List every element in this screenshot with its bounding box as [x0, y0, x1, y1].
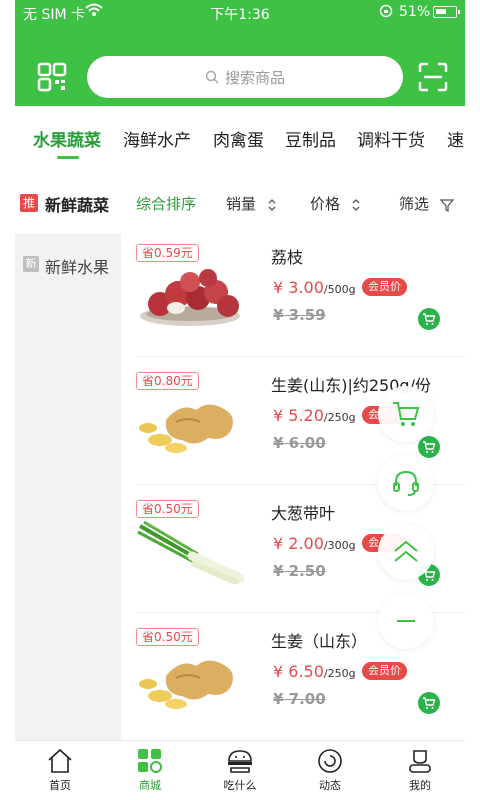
saving-badge: 省0.59元	[136, 244, 199, 262]
product-price: ¥ 2.00/300g	[273, 534, 356, 553]
mall-icon	[138, 749, 162, 773]
price-unit: /250g	[323, 667, 356, 680]
active-tab-indicator	[57, 156, 79, 159]
sort-comprehensive[interactable]: 综合排序	[136, 193, 196, 214]
add-to-cart-button[interactable]	[418, 308, 440, 330]
status-bar: 无 SIM 卡 下午1:36 51%	[15, 0, 465, 24]
product-price: ¥ 5.20/250g	[273, 406, 356, 425]
member-price-badge: 会员价	[362, 662, 407, 680]
product-item[interactable]: 省0.59元 荔枝 ¥ 3.00/500g 会员价 ¥ 3.59	[136, 234, 465, 362]
sort-bar: 推 新鲜蔬菜 综合排序 销量 价格 筛选	[15, 180, 465, 226]
nav-home-label: 首页	[49, 779, 71, 792]
bottom-nav: 首页 商城 吃什么 动态 我的	[15, 740, 465, 800]
qr-code-icon[interactable]	[37, 62, 67, 92]
nav-profile-label: 我的	[409, 779, 431, 792]
product-name: 荔枝	[271, 248, 304, 267]
filter-button[interactable]: 筛选	[399, 193, 454, 214]
nav-feed[interactable]: 动态	[300, 747, 360, 793]
app-header: 无 SIM 卡 下午1:36 51% 搜索商品	[15, 0, 465, 106]
nav-mall[interactable]: 商城	[120, 747, 180, 793]
app-screen: 无 SIM 卡 下午1:36 51% 搜索商品 水果蔬菜 海鲜水产 肉禽蛋 豆制…	[0, 0, 480, 800]
product-name: 生姜（山东）	[271, 632, 368, 651]
saving-badge: 省0.80元	[136, 372, 199, 390]
nav-what-to-eat-label: 吃什么	[223, 779, 257, 792]
customer-service-button[interactable]	[378, 455, 434, 511]
price-value: ¥ 2.00	[273, 534, 324, 553]
carrier-label: 无 SIM 卡	[23, 7, 85, 23]
section-title: 新鲜蔬菜	[45, 196, 110, 215]
add-to-cart-button[interactable]	[418, 436, 440, 458]
saving-badge: 省0.50元	[136, 500, 199, 518]
battery-percent: 51%	[399, 4, 431, 20]
back-to-top-button[interactable]	[378, 524, 434, 580]
status-time: 下午1:36	[210, 7, 270, 23]
tab-meat-egg[interactable]: 肉禽蛋	[213, 126, 264, 151]
nav-what-to-eat[interactable]: 吃什么	[210, 747, 270, 793]
tab-seafood[interactable]: 海鲜水产	[123, 126, 191, 151]
tab-fruit-veg[interactable]: 水果蔬菜	[33, 126, 101, 151]
nav-profile[interactable]: 我的	[390, 747, 450, 793]
headset-icon	[393, 470, 419, 496]
price-value: ¥ 5.20	[273, 406, 324, 425]
price-unit: /500g	[323, 283, 356, 296]
floating-cart-button[interactable]	[378, 386, 434, 442]
category-tabs: 水果蔬菜 海鲜水产 肉禽蛋 豆制品 调料干货 速	[15, 106, 465, 166]
original-price: ¥ 3.59	[273, 306, 326, 324]
double-chevron-up-icon	[394, 540, 418, 562]
minus-icon	[397, 620, 415, 622]
add-to-cart-button[interactable]	[418, 692, 440, 714]
food-icon	[228, 750, 252, 773]
sort-updown-icon	[352, 198, 360, 211]
original-price: ¥ 2.50	[273, 562, 326, 580]
recommend-badge: 推	[20, 194, 38, 212]
sort-price[interactable]: 价格	[310, 193, 361, 214]
tab-tofu[interactable]: 豆制品	[285, 126, 336, 151]
price-unit: /300g	[323, 539, 356, 552]
scan-icon[interactable]	[417, 62, 449, 92]
rotation-lock-icon	[379, 4, 393, 22]
price-value: ¥ 6.50	[273, 662, 324, 681]
side-item-fresh-fruit[interactable]: 新鲜水果	[45, 254, 109, 278]
cart-icon	[423, 697, 436, 709]
product-price: ¥ 6.50/250g	[273, 662, 356, 681]
home-icon	[48, 748, 72, 773]
search-input[interactable]: 搜索商品	[87, 56, 403, 98]
collapse-button[interactable]	[378, 593, 434, 649]
member-price-badge: 会员价	[362, 278, 407, 296]
price-value: ¥ 3.00	[273, 278, 324, 297]
product-name: 大葱带叶	[271, 504, 336, 523]
profile-icon	[409, 750, 431, 773]
sort-sales[interactable]: 销量	[226, 193, 277, 214]
cart-icon	[423, 441, 436, 453]
filter-icon	[439, 198, 454, 212]
search-icon	[205, 70, 219, 84]
product-price: ¥ 3.00/500g	[273, 278, 356, 297]
scallion-image	[137, 520, 244, 584]
cart-icon	[393, 402, 420, 426]
side-category-list: 新 新鲜水果	[15, 234, 121, 744]
tab-more[interactable]: 速	[447, 126, 464, 151]
cart-icon	[423, 313, 436, 325]
tab-seasoning[interactable]: 调料干货	[357, 126, 425, 151]
saving-badge: 省0.50元	[136, 628, 199, 646]
sort-price-label: 价格	[310, 195, 341, 213]
ginger-image	[139, 660, 233, 709]
original-price: ¥ 7.00	[273, 690, 326, 708]
divider	[136, 356, 465, 357]
price-unit: /250g	[323, 411, 356, 424]
original-price: ¥ 6.00	[273, 434, 326, 452]
new-badge: 新	[23, 256, 39, 272]
battery-icon	[433, 6, 460, 18]
feed-icon	[318, 749, 342, 773]
nav-mall-label: 商城	[139, 779, 161, 792]
nav-home[interactable]: 首页	[30, 747, 90, 793]
sort-updown-icon	[268, 198, 276, 211]
search-placeholder: 搜索商品	[224, 68, 285, 87]
nav-feed-label: 动态	[319, 779, 341, 792]
wifi-icon	[85, 2, 103, 22]
sort-sales-label: 销量	[226, 195, 257, 213]
lychee-image	[140, 269, 240, 326]
ginger-image	[139, 404, 233, 453]
filter-label: 筛选	[399, 195, 430, 213]
